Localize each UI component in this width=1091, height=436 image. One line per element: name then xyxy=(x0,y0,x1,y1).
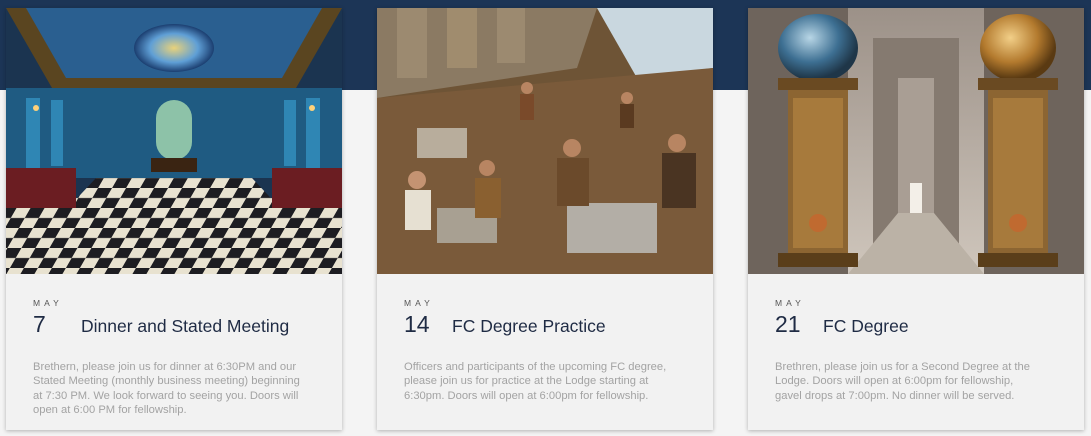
event-day: 14 xyxy=(404,311,430,337)
event-title[interactable]: FC Degree Practice xyxy=(452,312,606,340)
event-month: MAY xyxy=(404,298,434,308)
event-card-fc-degree[interactable]: MAY 21 FC Degree Brethren, please join u… xyxy=(748,8,1084,430)
event-month: MAY xyxy=(775,298,805,308)
event-description: Officers and participants of the upcomin… xyxy=(404,361,667,402)
event-day: 7 xyxy=(33,311,46,337)
event-title[interactable]: FC Degree xyxy=(823,312,909,340)
event-image-lodge-room xyxy=(6,8,342,274)
event-image-pillars xyxy=(748,8,1084,274)
event-title[interactable]: Dinner and Stated Meeting xyxy=(81,312,289,340)
event-card-fc-degree-practice[interactable]: MAY 14 FC Degree Practice Officers and p… xyxy=(377,8,713,430)
event-day: 21 xyxy=(775,311,801,337)
event-image-stonemasons xyxy=(377,8,713,274)
event-card-dinner-stated-meeting[interactable]: MAY 7 Dinner and Stated Meeting Brethern… xyxy=(6,8,342,430)
event-description: Brethern, please join us for dinner at 6… xyxy=(33,361,300,416)
event-description: Brethren, please join us for a Second De… xyxy=(775,361,1030,402)
event-month: MAY xyxy=(33,298,63,308)
